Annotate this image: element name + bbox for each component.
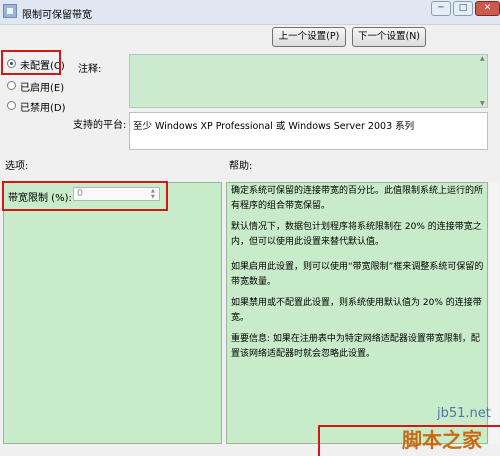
comment-label: 注释:	[78, 64, 102, 75]
scroll-up-icon[interactable]: ▲	[480, 55, 485, 62]
policy-icon	[3, 4, 17, 18]
highlight-box-bandwidth	[2, 181, 168, 211]
radio-button[interactable]	[7, 81, 16, 90]
options-label: 选项:	[5, 161, 29, 172]
comment-textarea[interactable]	[129, 54, 488, 108]
radio-label: 已禁用(D)	[20, 103, 66, 114]
platform-label: 支持的平台:	[73, 120, 127, 131]
scroll-down-icon[interactable]: ▼	[480, 100, 485, 107]
platform-value: 至少 Windows XP Professional 或 Windows Ser…	[133, 121, 415, 132]
help-paragraph: 如果启用此设置，则可以使用“带宽限制”框来调整系统可保留的带宽数量。	[231, 262, 484, 287]
help-paragraph: 重要信息: 如果在注册表中为特定网络适配器设置带宽限制，配置该网络适配器时就会忽…	[231, 334, 480, 359]
watermark-brand: 脚本之家	[402, 428, 482, 452]
options-panel	[3, 182, 222, 444]
minimize-button[interactable]: ─	[431, 1, 451, 16]
help-paragraph: 确定系统可保留的连接带宽的百分比。此值限制系统上运行的所有程序的组合带宽保留。	[231, 186, 484, 211]
window-title: 限制可保留带宽	[22, 10, 92, 21]
help-scrollbar[interactable]	[489, 182, 499, 444]
watermark-url: jb51.net	[437, 406, 491, 421]
radio-button[interactable]	[7, 101, 16, 110]
help-paragraph: 如果禁用或不配置此设置，则系统使用默认值为 20% 的连接带宽。	[231, 298, 482, 323]
help-label: 帮助:	[229, 161, 253, 172]
next-setting-button[interactable]: 下一个设置(N)	[352, 27, 426, 47]
close-button[interactable]: ✕	[475, 1, 500, 16]
comment-scrollbar[interactable]: ▲ ▼	[480, 54, 488, 108]
previous-setting-button[interactable]: 上一个设置(P)	[272, 27, 346, 47]
maximize-button[interactable]: □	[453, 1, 473, 16]
help-paragraph: 默认情况下，数据包计划程序将系统限制在 20% 的连接带宽之内，但可以使用此设置…	[231, 222, 482, 247]
highlight-box-radio	[1, 50, 61, 75]
radio-label: 已启用(E)	[20, 83, 65, 94]
